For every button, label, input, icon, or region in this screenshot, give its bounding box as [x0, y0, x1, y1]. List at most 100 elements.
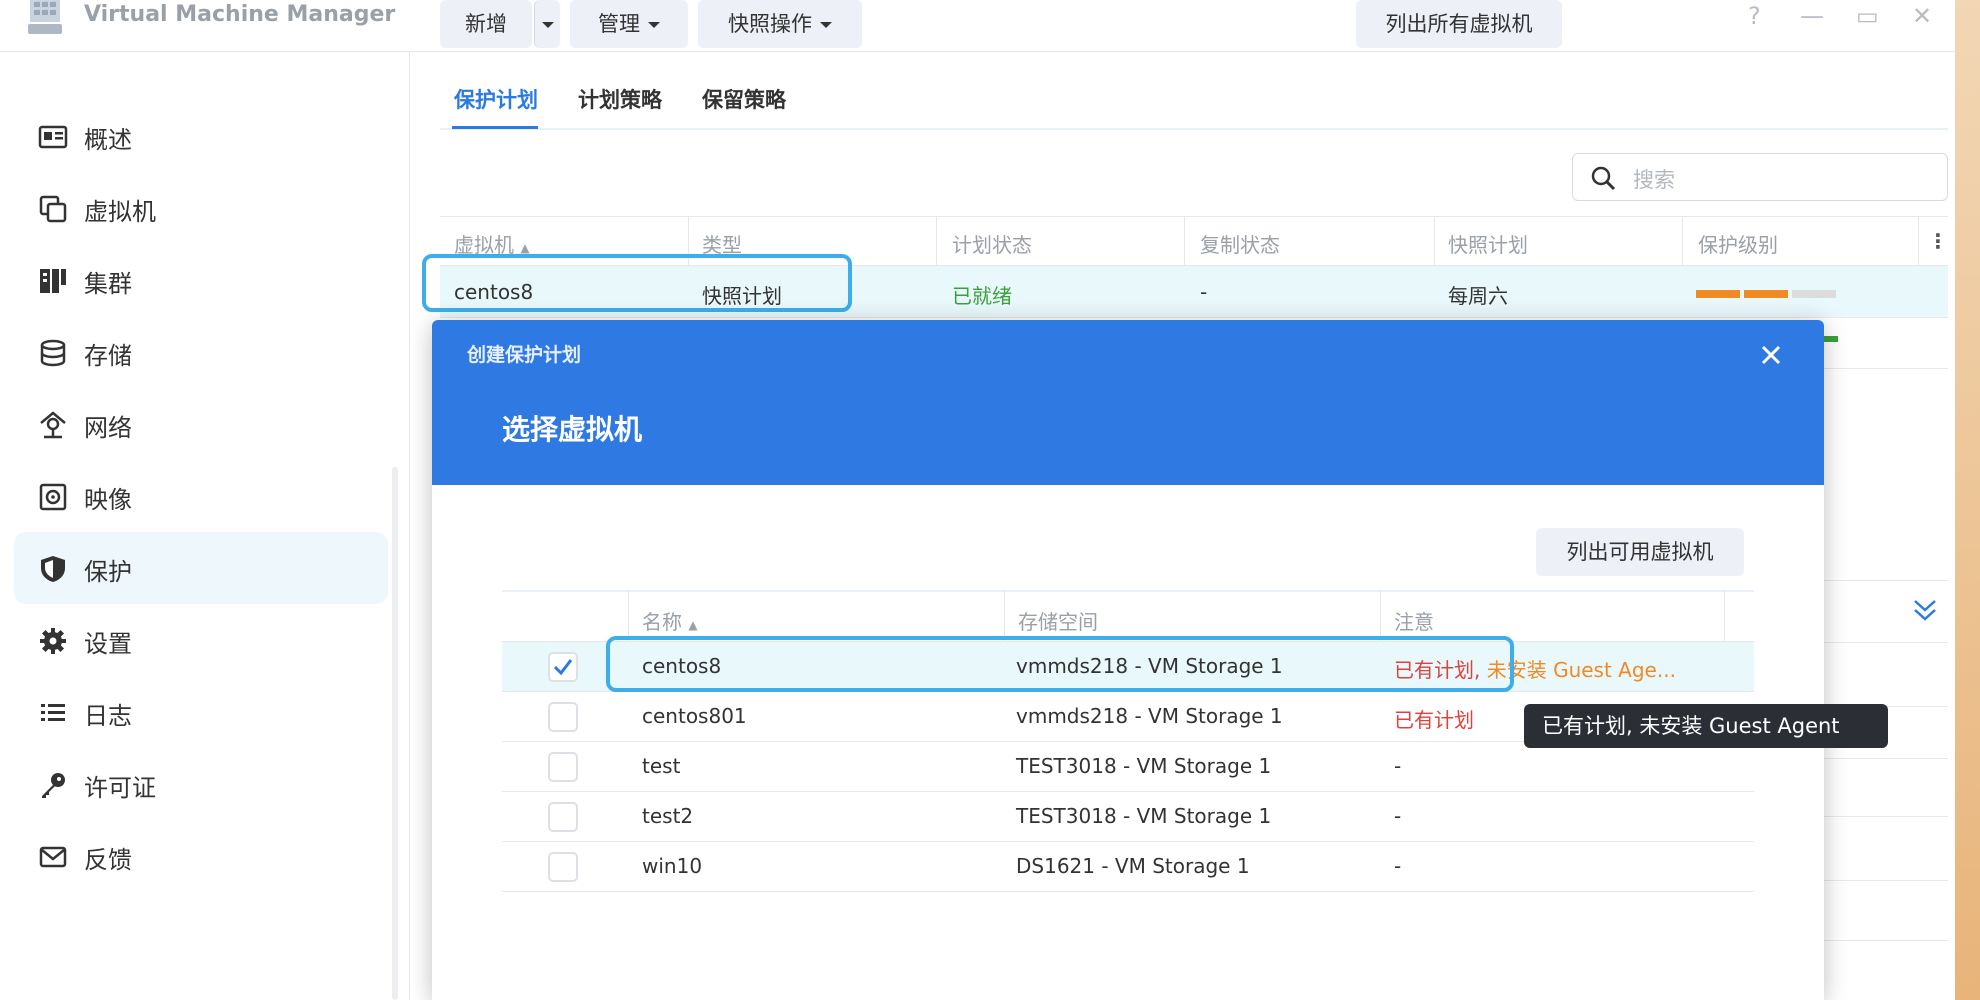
list-available-vms-button[interactable]: 列出可用虚拟机	[1536, 528, 1744, 576]
vm-list-item[interactable]: win10 DS1621 - VM Storage 1 -	[502, 842, 1754, 892]
search-icon	[1591, 166, 1616, 191]
column-header-note[interactable]: 注意	[1394, 606, 1434, 635]
close-window-button[interactable]: ✕	[1912, 2, 1932, 30]
protection-level-segment	[1824, 336, 1838, 342]
vm-storage: TEST3018 - VM Storage 1	[1016, 804, 1272, 828]
tab-divider	[440, 128, 1948, 130]
search-placeholder: 搜索	[1633, 168, 1675, 192]
replication-status-cell: -	[1200, 280, 1208, 304]
dialog-subtitle: 创建保护计划	[467, 344, 582, 366]
sidebar-item-feedback[interactable]: 反馈	[14, 820, 388, 892]
tab-protection-plan[interactable]: 保护计划	[454, 84, 538, 114]
vm-checkbox[interactable]	[548, 752, 578, 782]
snapshot-operations-button[interactable]: 快照操作	[698, 0, 862, 48]
column-header-name[interactable]: 名称 ▲	[642, 606, 698, 635]
vm-storage: DS1621 - VM Storage 1	[1016, 854, 1250, 878]
dialog-title: 选择虚拟机	[502, 413, 643, 446]
network-icon	[40, 411, 66, 439]
sidebar-item-license[interactable]: 许可证	[14, 748, 388, 820]
sidebar: 概述 虚拟机 集群 存储 网络 映像 保护 设置 日志 许可证 反馈	[0, 52, 410, 1000]
vm-name: win10	[642, 854, 703, 878]
protection-level-segment	[1792, 290, 1836, 298]
help-button[interactable]: ?	[1748, 2, 1761, 30]
sidebar-item-label: 集群	[84, 270, 132, 298]
overview-icon	[38, 125, 68, 149]
column-separator	[628, 590, 629, 642]
column-separator	[1682, 216, 1683, 266]
virtual-machine-icon	[39, 195, 67, 223]
sidebar-item-label: 许可证	[84, 774, 156, 802]
sidebar-item-overview[interactable]: 概述	[14, 100, 388, 172]
highlight-box	[422, 254, 852, 312]
key-icon	[42, 773, 65, 798]
sidebar-item-log[interactable]: 日志	[14, 676, 388, 748]
chevron-down-icon	[820, 22, 832, 28]
note-tooltip: 已有计划, 未安装 Guest Agent	[1524, 704, 1888, 748]
vm-list-item[interactable]: test TEST3018 - VM Storage 1 -	[502, 742, 1754, 792]
column-header-plan-status[interactable]: 计划状态	[952, 229, 1032, 258]
vm-name: test2	[642, 804, 694, 828]
vm-name: test	[642, 754, 681, 778]
vm-storage: TEST3018 - VM Storage 1	[1016, 754, 1272, 778]
column-separator	[936, 216, 937, 266]
sidebar-item-label: 日志	[84, 702, 132, 730]
maximize-button[interactable]: ▭	[1856, 2, 1879, 30]
vm-note: -	[1394, 854, 1402, 878]
column-separator	[1004, 590, 1005, 642]
sidebar-item-label: 设置	[84, 630, 132, 658]
sidebar-scrollbar[interactable]	[392, 467, 398, 1000]
sidebar-item-label: 概述	[84, 126, 132, 154]
search-input[interactable]: 搜索	[1572, 153, 1948, 201]
tab-schedule-policy[interactable]: 计划策略	[578, 84, 662, 114]
table-row-divider	[1820, 580, 1948, 581]
shield-icon	[41, 556, 65, 582]
vm-table-header: 名称 ▲ 存储空间 注意	[502, 590, 1754, 642]
vm-checkbox[interactable]	[548, 652, 578, 682]
column-options-icon[interactable]: ⋮	[1928, 229, 1948, 253]
minimize-button[interactable]: —	[1800, 2, 1824, 30]
column-separator	[1184, 216, 1185, 266]
manage-button-label: 管理	[598, 12, 640, 36]
close-icon[interactable]	[1754, 338, 1788, 372]
storage-icon	[40, 339, 66, 367]
column-separator	[1918, 216, 1919, 266]
table-row-divider	[1820, 940, 1948, 941]
table-row-divider	[1820, 880, 1948, 881]
add-button[interactable]: 新增	[440, 0, 532, 48]
column-header-replication-status[interactable]: 复制状态	[1200, 229, 1280, 258]
sort-ascending-icon: ▲	[520, 241, 530, 255]
vm-checkbox[interactable]	[548, 852, 578, 882]
column-header-protection-level[interactable]: 保护级别	[1698, 229, 1778, 258]
column-separator	[1380, 590, 1381, 642]
app-title: Virtual Machine Manager	[84, 2, 396, 27]
manage-button[interactable]: 管理	[570, 0, 688, 48]
tab-retention-policy[interactable]: 保留策略	[702, 84, 786, 114]
column-header-snapshot-plan[interactable]: 快照计划	[1448, 229, 1528, 258]
sidebar-item-label: 映像	[84, 486, 132, 514]
add-dropdown-button[interactable]	[534, 0, 560, 48]
dialog-header: 创建保护计划 选择虚拟机	[432, 320, 1824, 485]
image-icon	[39, 483, 67, 511]
vm-name: centos801	[642, 704, 747, 728]
vm-checkbox[interactable]	[548, 802, 578, 832]
sidebar-item-storage[interactable]: 存储	[14, 316, 388, 388]
sidebar-item-cluster[interactable]: 集群	[14, 244, 388, 316]
sidebar-item-label: 存储	[84, 342, 132, 370]
column-separator	[1434, 216, 1435, 266]
sidebar-item-network[interactable]: 网络	[14, 388, 388, 460]
column-header-label: 名称	[642, 610, 682, 634]
column-separator	[1724, 590, 1725, 642]
plan-status-cell: 已就绪	[952, 284, 1012, 308]
column-header-storage[interactable]: 存储空间	[1018, 606, 1098, 635]
double-chevron-down-icon[interactable]	[1910, 596, 1940, 626]
table-row-divider	[1820, 758, 1948, 759]
sidebar-item-settings[interactable]: 设置	[14, 604, 388, 676]
sidebar-item-image[interactable]: 映像	[14, 460, 388, 532]
list-all-vms-button[interactable]: 列出所有虚拟机	[1356, 0, 1562, 48]
mail-icon	[39, 846, 67, 868]
sidebar-item-virtual-machine[interactable]: 虚拟机	[14, 172, 388, 244]
vm-checkbox[interactable]	[548, 702, 578, 732]
sidebar-item-protection[interactable]: 保护	[14, 532, 388, 604]
vm-list-item[interactable]: test2 TEST3018 - VM Storage 1 -	[502, 792, 1754, 842]
vm-note: 已有计划	[1394, 708, 1474, 732]
